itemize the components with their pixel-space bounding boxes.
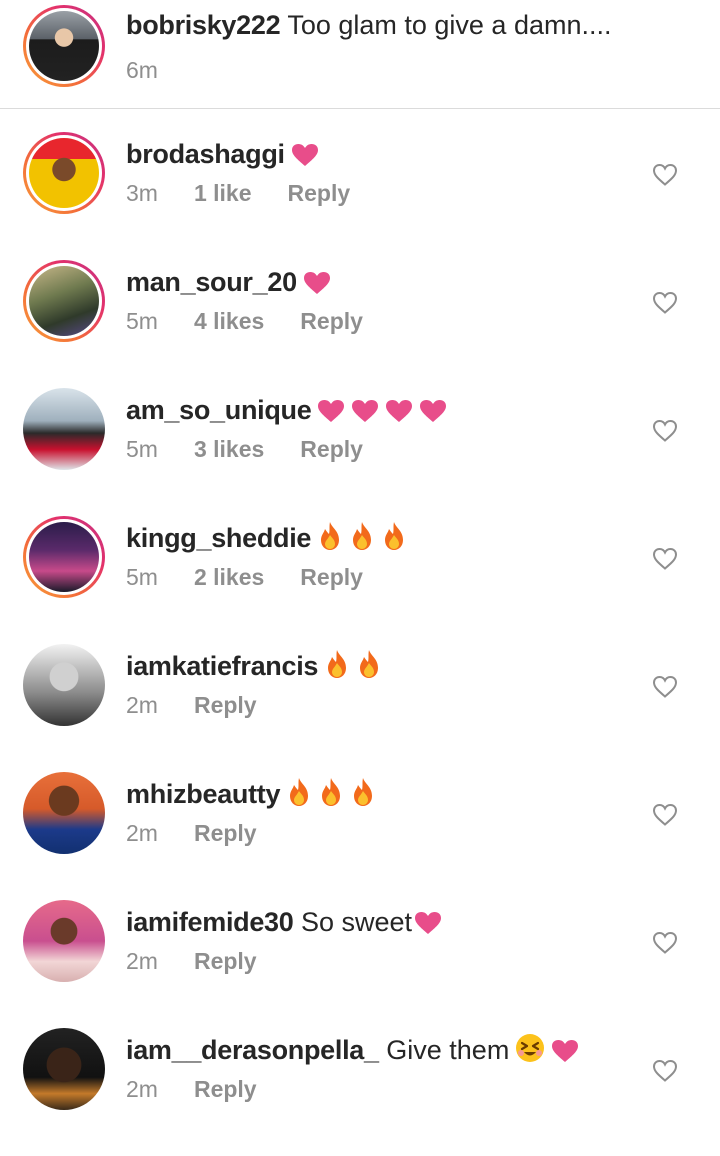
fire-emoji-icon [317,521,343,559]
heart-outline-icon[interactable] [652,546,678,572]
heart-emoji-icon [414,909,442,943]
comment-time: 2m [126,692,158,718]
comment-username[interactable]: iamifemide30 [126,907,294,937]
comment-row: iamkatiefrancis 2m Reply [0,644,720,772]
fire-emoji-icon [350,777,376,815]
comment-username[interactable]: am_so_unique [126,395,312,425]
reply-button[interactable]: Reply [300,308,363,334]
comment-username[interactable]: mhizbeautty [126,779,281,809]
reply-button[interactable]: Reply [300,564,363,590]
comment-time: 5m [126,564,158,590]
comment-username[interactable]: iamkatiefrancis [126,651,318,681]
like-count[interactable]: 3 likes [194,436,264,462]
caption-time: 6m [126,57,158,83]
comment-text: So sweet [301,907,413,937]
fire-emoji-icon [349,521,375,559]
avatar-image [23,772,105,854]
reply-button[interactable]: Reply [194,1076,257,1102]
avatar-image [29,266,99,336]
like-count[interactable]: 1 like [194,180,252,206]
fire-emoji-icon [324,649,350,687]
heart-outline-icon[interactable] [652,802,678,828]
heart-emoji-icon [551,1037,579,1071]
fire-emoji-icon [318,777,344,815]
heart-emoji-icon [291,141,319,175]
fire-emoji-icon [381,521,407,559]
comment-time: 2m [126,1076,158,1102]
fire-emoji-icon [286,777,312,815]
reply-button[interactable]: Reply [300,436,363,462]
reply-button[interactable]: Reply [194,692,257,718]
heart-outline-icon[interactable] [652,930,678,956]
avatar-story-ring[interactable] [23,5,105,87]
fire-emoji-icon [356,649,382,687]
comment-time: 5m [126,436,158,462]
heart-outline-icon[interactable] [652,418,678,444]
like-count[interactable]: 4 likes [194,308,264,334]
comment-username[interactable]: kingg_sheddie [126,523,311,553]
comment-time: 2m [126,820,158,846]
comment-row: brodashaggi 3m 1 like Reply [0,132,720,260]
avatar-image [23,388,105,470]
avatar[interactable] [23,1028,105,1110]
avatar-story-ring[interactable] [23,132,105,214]
avatar-image [23,644,105,726]
comment-username[interactable]: iam__derasonpella_ [126,1035,379,1065]
heart-outline-icon[interactable] [652,1058,678,1084]
heart-outline-icon[interactable] [652,162,678,188]
avatar[interactable] [23,900,105,982]
comment-time: 3m [126,180,158,206]
avatar-image [23,1028,105,1110]
avatar[interactable] [23,644,105,726]
heart-emoji-icon [385,397,413,431]
avatar-image [29,522,99,592]
post-caption: bobrisky222 Too glam to give a damn.... … [0,0,720,109]
like-count[interactable]: 2 likes [194,564,264,590]
comment-username[interactable]: brodashaggi [126,139,285,169]
avatar[interactable] [23,388,105,470]
comment-row: man_sour_20 5m 4 likes Reply [0,260,720,388]
comment-row: iamifemide30 So sweet 2m Reply [0,900,720,1028]
heart-outline-icon[interactable] [652,674,678,700]
caption-username[interactable]: bobrisky222 [126,10,281,40]
comment-row: iam__derasonpella_ Give them 2m Reply [0,1028,720,1156]
avatar-story-ring[interactable] [23,516,105,598]
comment-time: 5m [126,308,158,334]
avatar-image [23,900,105,982]
comment-row: mhizbeautty 2m Reply [0,772,720,900]
comment-time: 2m [126,948,158,974]
heart-emoji-icon [419,397,447,431]
reply-button[interactable]: Reply [194,820,257,846]
heart-outline-icon[interactable] [652,290,678,316]
heart-emoji-icon [317,397,345,431]
comment-text: Give them [386,1035,510,1065]
reply-button[interactable]: Reply [194,948,257,974]
avatar[interactable] [23,772,105,854]
caption-text: Too glam to give a damn.... [287,10,612,40]
avatar-image [29,138,99,208]
comment-row: am_so_unique 5m 3 likes Reply [0,388,720,516]
heart-emoji-icon [351,397,379,431]
avatar [29,11,99,81]
reply-button[interactable]: Reply [288,180,351,206]
avatar-story-ring[interactable] [23,260,105,342]
comment-username[interactable]: man_sour_20 [126,267,297,297]
heart-emoji-icon [303,269,331,303]
grinning-squinting-face-emoji-icon [515,1033,545,1071]
comment-row: kingg_sheddie 5m 2 likes Reply [0,516,720,644]
